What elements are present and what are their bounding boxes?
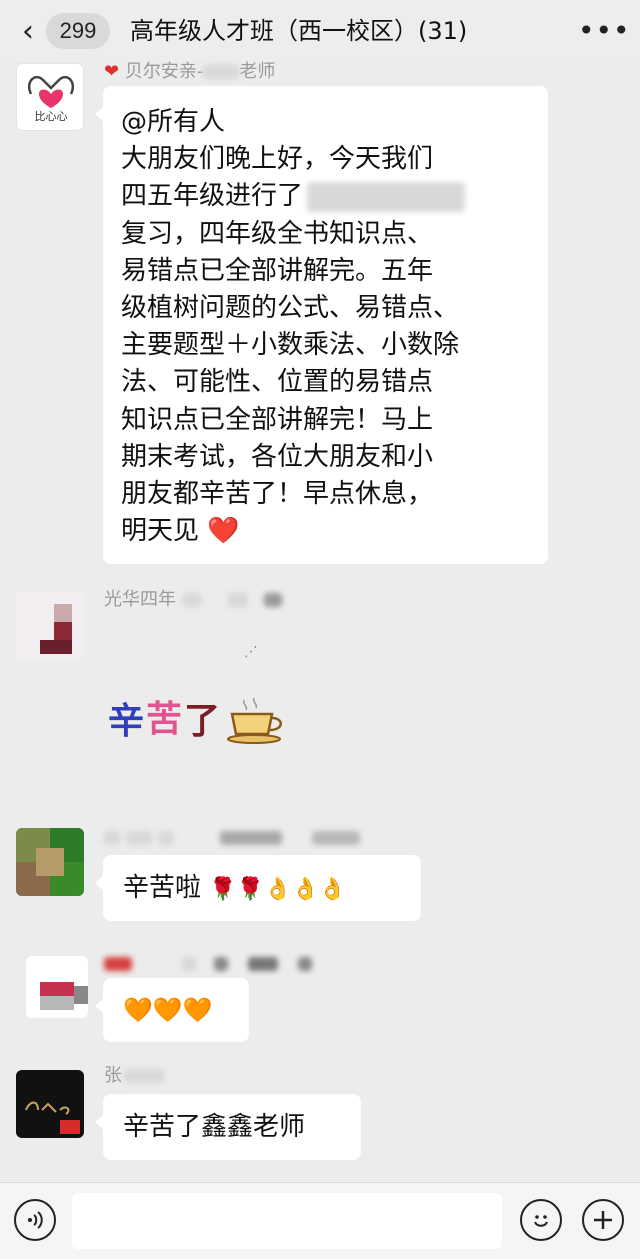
input-bar [0,1182,640,1259]
message-line: 明天见 ❤️ [121,516,240,547]
avatar-pixel [74,986,88,1004]
plus-icon[interactable] [582,1199,624,1241]
message-line: @所有人 [121,107,226,137]
chevron-left-icon[interactable]: ‹ [14,14,42,49]
avatar-pixel [40,982,74,996]
avatar-pixel [54,604,72,622]
message-bubble[interactable]: 辛苦了鑫鑫老师 [95,1094,361,1160]
avatar-art [25,1101,80,1134]
sender-name: ❤ 贝尔安亲- 老师 [104,61,276,82]
emoji-icon[interactable] [520,1199,562,1241]
message-line: 易错点已全部讲解完。五年 [121,255,434,286]
avatar[interactable]: 比心心 [16,63,84,131]
sender-name: 张 [104,1064,164,1088]
avatar-pixel [54,622,72,640]
sender-name: 光华四年 [104,588,282,612]
avatar-label: 比心心 [34,110,68,123]
sender-name [104,826,360,850]
heart-icon: ❤️ [207,516,240,547]
message-line: 大朋友们晚上好，今天我们 [121,144,434,175]
avatar-pixel [36,848,64,876]
voice-icon[interactable] [14,1199,56,1241]
unread-count-badge[interactable]: 299 [46,13,110,49]
message-line: 朋友都辛苦了！早点休息， [121,479,434,510]
sticker-char: 苦 [146,699,183,740]
sender-name [104,952,312,976]
avatar[interactable] [16,828,84,896]
message-bubble[interactable]: 🧡🧡🧡 [95,978,249,1042]
coffee-cup-icon [227,697,282,744]
avatar-pixel [40,640,72,654]
chat-header: ‹ 299 高年级人才班（西一校区）(31) ••• [0,0,640,62]
message-bubble[interactable]: 辛苦啦 🌹🌹👌👌👌 [95,855,421,921]
avatar[interactable] [26,956,88,1018]
message-line: 期末考试，各位大朋友和小 [121,441,434,472]
message-line: 复习，四年级全书知识点、 [121,218,434,249]
plus-sign-icon [594,1211,612,1229]
message-line: 主要题型＋小数乘法、小数除 [121,330,460,361]
message-input[interactable] [72,1193,502,1249]
smile-face-icon [534,1215,548,1227]
sticker[interactable]: ⋰ 辛 苦 了 [104,640,304,760]
sticker-sparkle: ⋰ [244,644,258,660]
message-line: 法、可能性、位置的易错点 [121,367,434,398]
message-text: 辛苦了鑫鑫老师 [123,1112,306,1142]
chat-title: 高年级人才班（西一校区）(31) [130,17,468,45]
message-bubble[interactable]: @所有人 大朋友们晚上好，今天我们 四五年级进行了 复习，四年级全书知识点、 易… [95,86,548,564]
message-line: 四五年级进行了 [121,178,530,215]
sticker-char: 了 [184,701,221,742]
avatar-pixel [40,996,74,1010]
more-dots-icon[interactable]: ••• [578,16,630,46]
voice-waves-icon [28,1211,43,1229]
message-line: 级植树问题的公式、易错点、 [121,293,460,324]
sticker-char: 辛 [108,701,145,742]
message-text: 🧡🧡🧡 [123,996,213,1024]
message-text: 辛苦啦 🌹🌹👌👌👌 [123,873,347,903]
avatar[interactable] [16,592,84,660]
message-line: 知识点已全部讲解完！马上 [121,404,434,435]
avatar[interactable] [16,1070,84,1138]
